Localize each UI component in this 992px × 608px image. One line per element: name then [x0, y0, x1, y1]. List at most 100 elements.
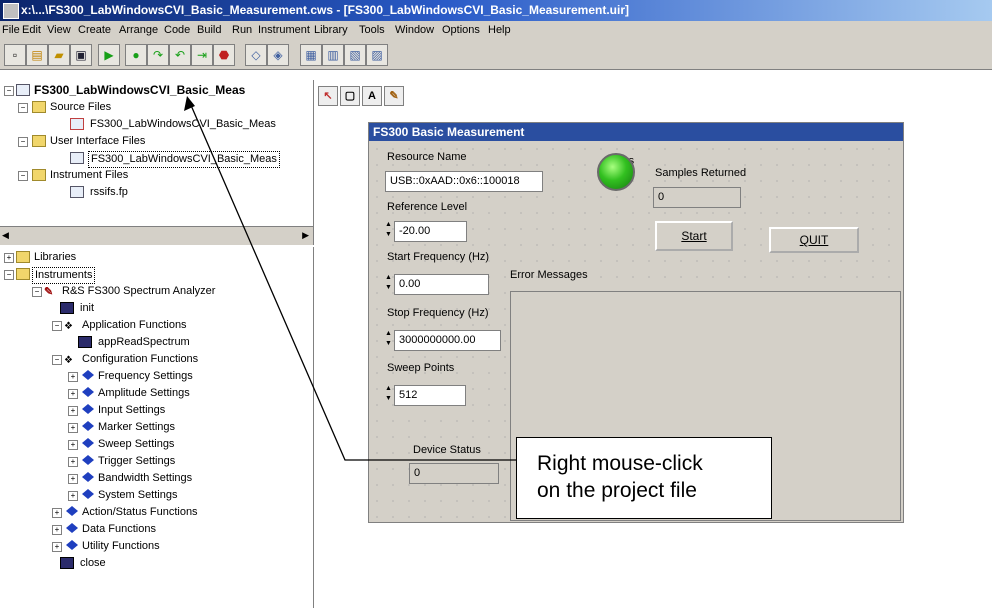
quit-button[interactable]: QUIT	[769, 227, 859, 253]
tree-analyzer[interactable]: − ✎ R&S FS300 Spectrum Analyzer	[32, 284, 312, 299]
menu-library[interactable]: Library	[314, 24, 348, 36]
save-icon[interactable]: ▣	[70, 44, 92, 66]
open-folder-icon[interactable]: ▰	[48, 44, 70, 66]
action-status-label: Action/Status Functions	[82, 506, 198, 518]
step-out-icon[interactable]: ↶	[169, 44, 191, 66]
expand-icon[interactable]: +	[68, 372, 78, 382]
init-label: init	[80, 302, 95, 314]
text-tool-icon[interactable]: A	[362, 86, 382, 106]
expand-icon[interactable]: +	[68, 491, 78, 501]
start-frequency-input[interactable]: 0.00	[394, 274, 489, 295]
app-icon[interactable]	[3, 3, 19, 19]
expand-icon[interactable]: +	[52, 508, 62, 518]
collapse-icon[interactable]: −	[52, 355, 62, 365]
stop-frequency-input[interactable]: 3000000000.00	[394, 330, 501, 351]
window-icon[interactable]: ▨	[366, 44, 388, 66]
menu-file[interactable]: File	[2, 24, 20, 36]
menu-instrument[interactable]: Instrument	[258, 24, 310, 36]
step-into-icon[interactable]: ●	[125, 44, 147, 66]
resource-name-input[interactable]: USB::0xAAD::0x6::100018	[385, 171, 543, 192]
collapse-icon[interactable]: −	[18, 171, 28, 181]
stop-icon[interactable]: ⬣	[213, 44, 235, 66]
tree-config-item[interactable]: + Input Settings	[68, 403, 298, 418]
tree-ui-file[interactable]: FS300_LabWindowsCVI_Basic_Meas	[70, 151, 310, 168]
menu-create[interactable]: Create	[78, 24, 111, 36]
tree-root[interactable]: − FS300_LabWindowsCVI_Basic_Meas	[4, 83, 304, 98]
tree-source-files[interactable]: − Source Files	[18, 100, 298, 115]
edit-tool-icon[interactable]: ▢	[340, 86, 360, 106]
tree-instruments[interactable]: − Instruments	[4, 267, 304, 284]
menu-tools[interactable]: Tools	[359, 24, 385, 36]
color-tool-icon[interactable]: ✎	[384, 86, 404, 106]
tree-config-item[interactable]: + Amplitude Settings	[68, 386, 298, 401]
open-file-icon[interactable]: ▤	[26, 44, 48, 66]
horizontal-scrollbar[interactable]: ◀ ▶	[0, 226, 313, 245]
memory-icon[interactable]: ▧	[344, 44, 366, 66]
expand-icon[interactable]: +	[68, 474, 78, 484]
run-icon[interactable]: ▶	[98, 44, 120, 66]
scroll-right-icon[interactable]: ▶	[302, 230, 309, 241]
tree-config-item[interactable]: + System Settings	[68, 488, 298, 503]
tree-config-item[interactable]: + Bandwidth Settings	[68, 471, 298, 486]
collapse-icon[interactable]: −	[32, 287, 42, 297]
tree-instrument-files[interactable]: − Instrument Files	[18, 168, 298, 183]
menu-arrange[interactable]: Arrange	[119, 24, 158, 36]
spin-arrows-icon[interactable]	[385, 274, 393, 294]
collapse-icon[interactable]: −	[18, 103, 28, 113]
expand-icon[interactable]: +	[68, 423, 78, 433]
menu-help[interactable]: Help	[488, 24, 511, 36]
menu-edit[interactable]: Edit	[22, 24, 41, 36]
expand-icon[interactable]: +	[4, 253, 14, 263]
spin-arrows-icon[interactable]	[385, 330, 393, 350]
expand-icon[interactable]: +	[52, 542, 62, 552]
expand-icon[interactable]: +	[68, 440, 78, 450]
tree-config-item[interactable]: + Sweep Settings	[68, 437, 298, 452]
tree-close[interactable]: close	[60, 556, 300, 571]
expand-icon[interactable]: +	[68, 406, 78, 416]
variables-icon[interactable]: ▥	[322, 44, 344, 66]
scroll-left-icon[interactable]: ◀	[2, 230, 9, 241]
operate-tool-icon[interactable]: ↖	[318, 86, 338, 106]
new-file-icon[interactable]: ▫	[4, 44, 26, 66]
menu-view[interactable]: View	[47, 24, 71, 36]
tree-action-status[interactable]: + Action/Status Functions	[52, 505, 302, 520]
expand-icon[interactable]: +	[52, 525, 62, 535]
reference-level-input[interactable]: -20.00	[394, 221, 467, 242]
tree-config-functions[interactable]: − ❖ Configuration Functions	[52, 352, 302, 367]
status-led	[597, 153, 635, 191]
collapse-icon[interactable]: −	[52, 321, 62, 331]
breakpoint-icon[interactable]: ◇	[245, 44, 267, 66]
collapse-icon[interactable]: −	[4, 270, 14, 280]
tree-libraries[interactable]: + Libraries	[4, 250, 304, 265]
watch-icon[interactable]: ◈	[267, 44, 289, 66]
menu-code[interactable]: Code	[164, 24, 190, 36]
menu-run[interactable]: Run	[232, 24, 252, 36]
sweep-points-input[interactable]: 512	[394, 385, 466, 406]
tree-ui-files[interactable]: − User Interface Files	[18, 134, 298, 149]
tree-app-functions[interactable]: − ❖ Application Functions	[52, 318, 302, 333]
step-over-icon[interactable]: ↷	[147, 44, 169, 66]
tree-config-item[interactable]: + Frequency Settings	[68, 369, 298, 384]
tree-app-read[interactable]: appReadSpectrum	[78, 335, 298, 350]
spin-arrows-icon[interactable]	[385, 385, 393, 405]
spin-arrows-icon[interactable]	[385, 221, 393, 241]
utility-functions-label: Utility Functions	[82, 540, 160, 552]
menu-window[interactable]: Window	[395, 24, 434, 36]
library-tree: + Libraries − Instruments − ✎ R&S FS300 …	[0, 247, 314, 608]
tree-utility-functions[interactable]: + Utility Functions	[52, 539, 302, 554]
tree-config-item[interactable]: + Trigger Settings	[68, 454, 298, 469]
tree-instrument-file[interactable]: rssifs.fp	[70, 185, 310, 200]
tree-init[interactable]: init	[60, 301, 300, 316]
tree-config-item[interactable]: + Marker Settings	[68, 420, 298, 435]
menu-options[interactable]: Options	[442, 24, 480, 36]
collapse-icon[interactable]: −	[18, 137, 28, 147]
continue-icon[interactable]: ⇥	[191, 44, 213, 66]
expand-icon[interactable]: +	[68, 457, 78, 467]
collapse-icon[interactable]: −	[4, 86, 14, 96]
expand-icon[interactable]: +	[68, 389, 78, 399]
start-button[interactable]: Start	[655, 221, 733, 251]
menu-build[interactable]: Build	[197, 24, 221, 36]
panel-icon[interactable]: ▦	[300, 44, 322, 66]
tree-source-file[interactable]: FS300_LabWindowsCVI_Basic_Meas	[70, 117, 310, 132]
tree-data-functions[interactable]: + Data Functions	[52, 522, 302, 537]
